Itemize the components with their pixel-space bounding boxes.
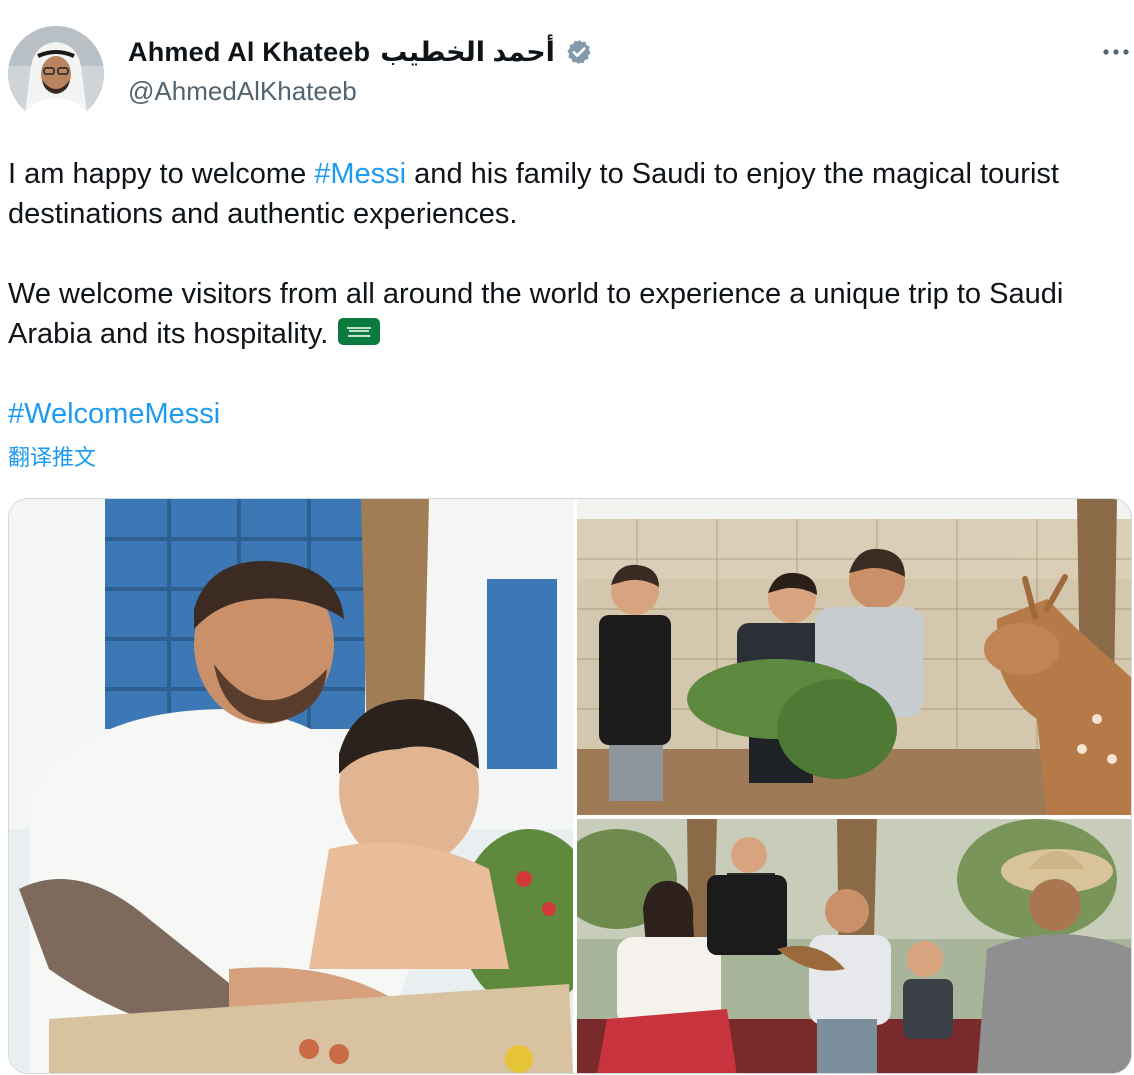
tweet-paragraph-1: I am happy to welcome #Messi and his fam… [8,154,1118,234]
more-options-button[interactable] [1100,36,1132,68]
photo-father-son-game [9,499,573,1073]
tweet-paragraph-3: #WelcomeMessi [8,394,1118,434]
tweet-paragraph-2: We welcome visitors from all around the … [8,274,1118,354]
avatar-image [8,26,104,122]
tweet-text-segment: We welcome visitors from all around the … [8,278,1064,350]
translate-tweet-link[interactable]: 翻译推文 [8,440,96,472]
photo-feeding-deer [577,499,1131,815]
author-avatar[interactable] [8,26,104,122]
photo-family-seated [577,819,1131,1073]
hashtag-messi-link[interactable]: #Messi [314,158,406,190]
tweet-photo-3[interactable] [577,819,1131,1073]
tweet-media-grid [8,498,1132,1074]
author-name-row[interactable]: Ahmed Al Khateeb أحمد الخطيب [128,34,593,70]
tweet-photo-1[interactable] [9,499,573,1073]
tweet-text: I am happy to welcome #Messi and his fam… [8,154,1118,434]
saudi-flag-icon [338,316,381,345]
more-dots-icon [1103,49,1129,55]
hashtag-welcomemessi-link[interactable]: #WelcomeMessi [8,398,220,430]
tweet-text-segment: I am happy to welcome [8,158,315,190]
author-display-name-arabic[interactable]: أحمد الخطيب [380,37,555,68]
verified-badge-icon [565,38,593,66]
author-display-name[interactable]: Ahmed Al Khateeb [128,37,370,68]
author-handle[interactable]: @AhmedAlKhateeb [128,76,357,107]
tweet-photo-2[interactable] [577,499,1131,815]
